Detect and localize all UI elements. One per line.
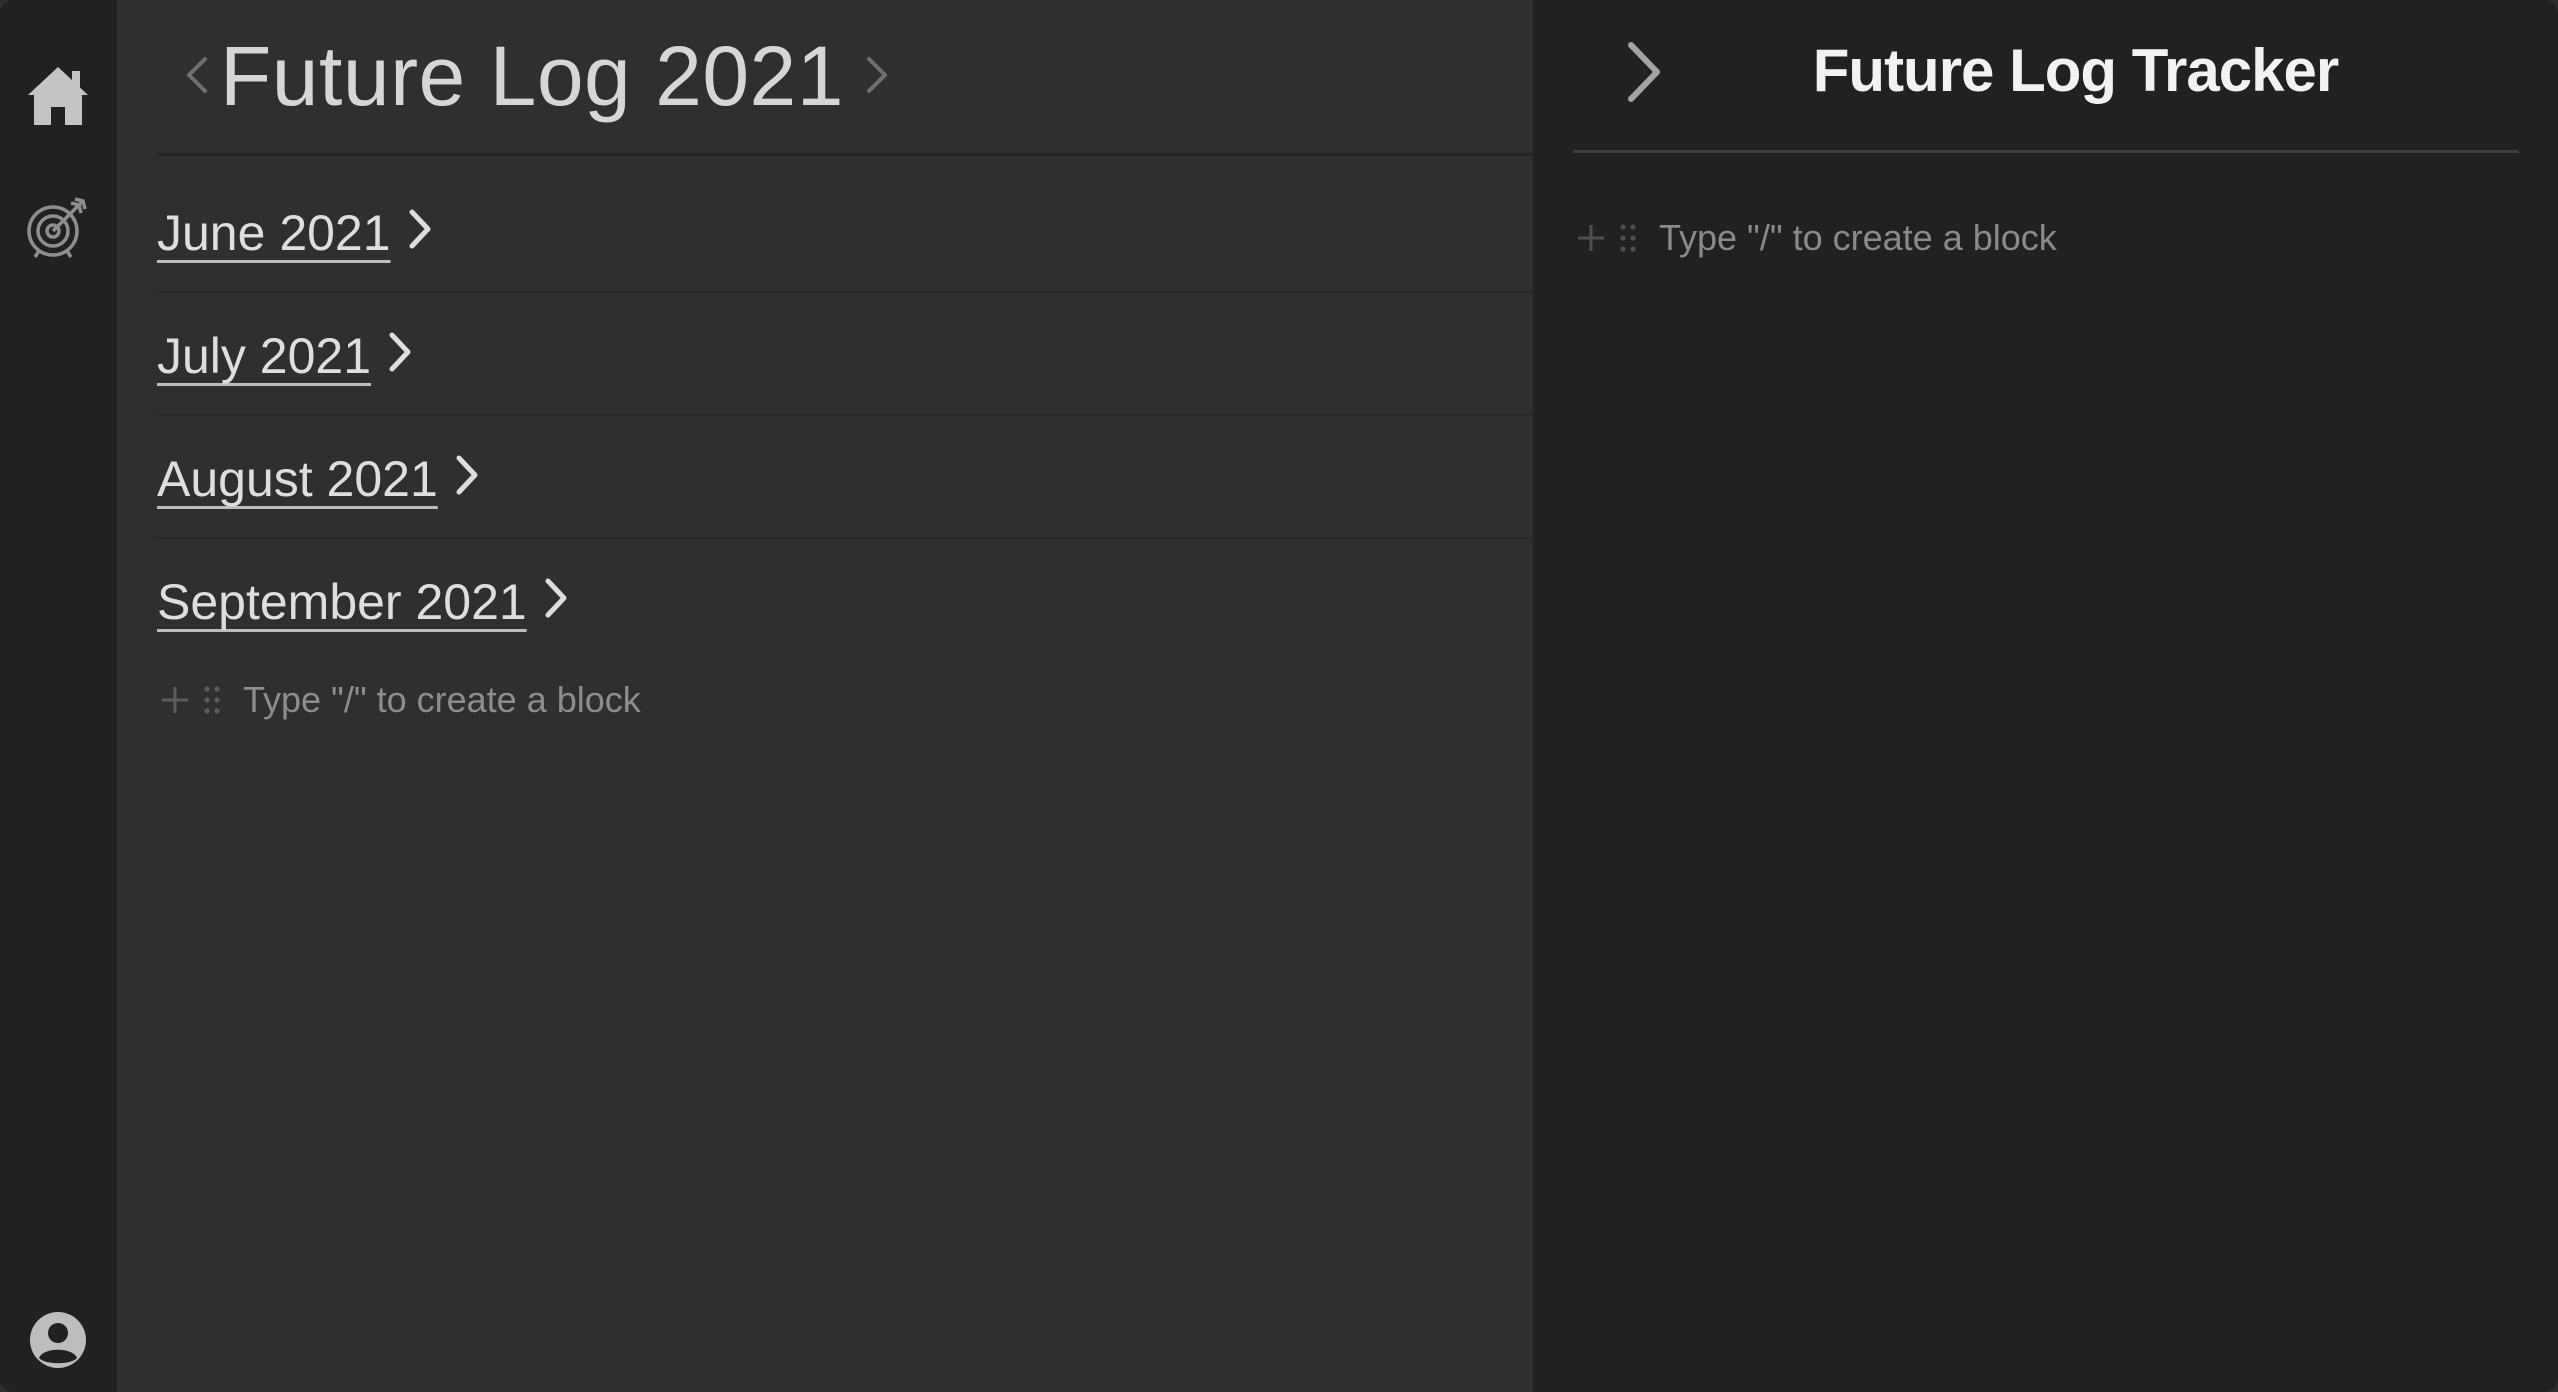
- icon-rail: [0, 0, 117, 1392]
- drag-handle-icon: [1620, 224, 1636, 252]
- add-block-button[interactable]: [1573, 216, 1609, 260]
- block-placeholder[interactable]: Type "/" to create a block: [243, 679, 641, 721]
- user-avatar-icon: [29, 1311, 87, 1374]
- tracker-panel: Future Log Tracker Type "/" to create a …: [1533, 0, 2558, 1392]
- drag-handle[interactable]: [197, 678, 227, 722]
- panel-title: Future Log Tracker: [1812, 37, 2339, 104]
- plus-icon: [1578, 225, 1604, 251]
- month-label: August 2021: [157, 451, 438, 507]
- month-row: July 2021: [157, 293, 1533, 416]
- account-button[interactable]: [22, 1306, 94, 1378]
- panel-divider: [1573, 150, 2519, 153]
- app-window: Future Log 2021 June 2021 July 2021 Augu…: [0, 0, 2558, 1392]
- chevron-right-icon: [865, 53, 889, 102]
- month-row: September 2021: [157, 539, 1533, 660]
- new-block-row: Type "/" to create a block: [157, 678, 641, 722]
- month-row: August 2021: [157, 416, 1533, 539]
- chevron-right-icon: [543, 576, 569, 620]
- page-header: Future Log 2021: [157, 0, 1533, 156]
- chevron-right-icon: [407, 207, 433, 251]
- month-link-july-2021[interactable]: July 2021: [157, 327, 413, 385]
- next-page-button[interactable]: [857, 46, 897, 108]
- month-link-august-2021[interactable]: August 2021: [157, 450, 480, 508]
- drag-handle[interactable]: [1613, 216, 1643, 260]
- goals-button[interactable]: [22, 192, 94, 264]
- previous-page-button[interactable]: [177, 46, 217, 108]
- page-title: Future Log 2021: [220, 29, 844, 123]
- chevron-right-icon: [387, 330, 413, 374]
- month-row: June 2021: [157, 170, 1533, 293]
- drag-handle-icon: [204, 686, 220, 714]
- home-button[interactable]: [22, 62, 94, 134]
- month-link-september-2021[interactable]: September 2021: [157, 573, 569, 631]
- month-label: July 2021: [157, 328, 372, 384]
- month-list: June 2021 July 2021 August 2021 Septembe…: [157, 170, 1533, 660]
- month-label: September 2021: [157, 574, 527, 630]
- month-link-june-2021[interactable]: June 2021: [157, 204, 433, 262]
- chevron-right-icon: [454, 453, 480, 497]
- new-block-row: Type "/" to create a block: [1573, 216, 2057, 260]
- add-block-button[interactable]: [157, 678, 193, 722]
- block-placeholder[interactable]: Type "/" to create a block: [1659, 217, 2057, 259]
- main-page: Future Log 2021 June 2021 July 2021 Augu…: [117, 0, 1533, 1392]
- plus-icon: [162, 687, 188, 713]
- month-label: June 2021: [157, 205, 391, 261]
- home-icon: [24, 63, 92, 134]
- target-icon: [25, 193, 91, 264]
- chevron-left-icon: [185, 53, 209, 102]
